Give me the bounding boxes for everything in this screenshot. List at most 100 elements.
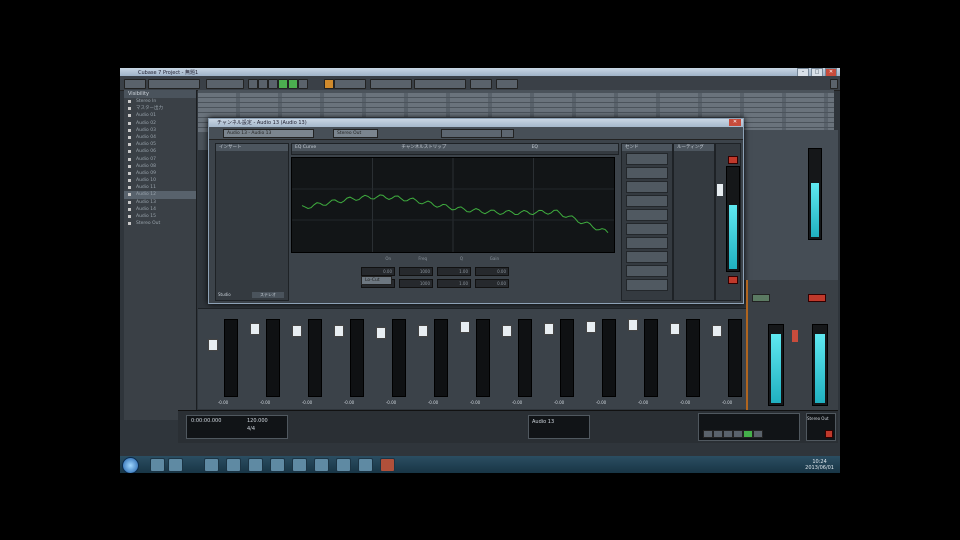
send-slot[interactable] — [626, 181, 668, 193]
channel-list-item[interactable]: Audio 08 — [124, 163, 196, 170]
app-icon-2[interactable] — [314, 458, 329, 472]
eq-param-value[interactable]: 1000 — [399, 279, 433, 288]
send-slot[interactable] — [626, 209, 668, 221]
send-slot[interactable] — [626, 223, 668, 235]
eq-param-value[interactable]: 0.00 — [475, 267, 509, 276]
fader-handle[interactable] — [334, 325, 344, 337]
fader-handle[interactable] — [376, 327, 386, 339]
clock-app-icon[interactable] — [358, 458, 373, 472]
toolbar-warning-button[interactable] — [324, 79, 334, 89]
toolbar-cycle-button[interactable] — [288, 79, 298, 89]
stop-button[interactable] — [733, 430, 743, 438]
folder-icon-2[interactable] — [270, 458, 285, 472]
play-button[interactable] — [743, 430, 753, 438]
dialog-close-button[interactable]: ✕ — [729, 119, 741, 126]
toolbar-button[interactable] — [248, 79, 258, 89]
fader-handle[interactable] — [292, 325, 302, 337]
toolbar-button[interactable] — [414, 79, 466, 89]
send-slot[interactable] — [626, 195, 668, 207]
dialog-fader-handle[interactable] — [717, 184, 723, 196]
output-fader-handle[interactable] — [792, 330, 798, 342]
channel-list-item[interactable]: Audio 10 — [124, 177, 196, 184]
fader-handle[interactable] — [460, 321, 470, 333]
channel-list-item[interactable]: Stereo In — [124, 98, 196, 105]
record-arm-button[interactable] — [753, 430, 763, 438]
track-row[interactable] — [198, 103, 834, 107]
send-slot[interactable] — [626, 167, 668, 179]
fader-handle[interactable] — [670, 323, 680, 335]
media-player-icon[interactable] — [204, 458, 219, 472]
track-row[interactable] — [198, 108, 834, 112]
eq-param-value[interactable]: 0.00 — [361, 267, 395, 276]
toolbar-button[interactable] — [496, 79, 518, 89]
fader-handle[interactable] — [250, 323, 260, 335]
mute-badge[interactable] — [728, 276, 738, 284]
fader-handle[interactable] — [628, 319, 638, 331]
rewind-button[interactable] — [703, 430, 713, 438]
channel-list-item[interactable]: Audio 04 — [124, 134, 196, 141]
fader-handle[interactable] — [502, 325, 512, 337]
stereo-button[interactable]: ステレオ — [252, 292, 284, 298]
track-row[interactable] — [198, 93, 834, 97]
eq-param-value[interactable]: 1.00 — [437, 267, 471, 276]
channel-list-item[interactable]: Audio 12 — [124, 191, 196, 199]
channel-list-item[interactable]: Audio 02 — [124, 120, 196, 127]
track-row[interactable] — [198, 98, 834, 102]
channel-list-item[interactable]: Audio 05 — [124, 141, 196, 148]
channel-list-item[interactable]: Audio 03 — [124, 127, 196, 134]
output-button[interactable] — [752, 294, 770, 302]
send-slot[interactable] — [626, 251, 668, 263]
toolbar-button[interactable] — [258, 79, 268, 89]
channel-list-item[interactable]: Stereo Out — [124, 220, 196, 227]
time-display[interactable]: 0:00:00.000 120.000 4/4 — [186, 415, 288, 439]
eq-param-value[interactable]: 1000 — [399, 267, 433, 276]
routing-field[interactable]: Stereo Out — [333, 129, 378, 138]
toolbar-button[interactable] — [334, 79, 366, 89]
toolbar-button[interactable] — [298, 79, 308, 89]
eq-curve-display[interactable] — [291, 157, 615, 253]
explorer-icon[interactable] — [150, 458, 165, 472]
channel-name-field[interactable]: Audio 13 - Audio 13 — [223, 129, 314, 138]
toolbar-button[interactable] — [124, 79, 146, 89]
fader-handle[interactable] — [544, 323, 554, 335]
record-badge[interactable] — [728, 156, 738, 164]
toolbar-play-button[interactable] — [278, 79, 288, 89]
cubase-icon[interactable] — [380, 458, 395, 472]
toolbar-button[interactable] — [830, 79, 838, 89]
channel-list-item[interactable]: Audio 11 — [124, 184, 196, 191]
forward-button[interactable] — [713, 430, 723, 438]
browser-icon[interactable] — [226, 458, 241, 472]
app-icon[interactable] — [292, 458, 307, 472]
fader-handle[interactable] — [418, 325, 428, 337]
send-slot[interactable] — [626, 237, 668, 249]
output-record-badge[interactable] — [808, 294, 826, 302]
toolbar-button[interactable] — [370, 79, 412, 89]
cycle-button[interactable] — [723, 430, 733, 438]
eq-param-value[interactable]: 1.00 — [437, 279, 471, 288]
toolbar-button[interactable] — [268, 79, 278, 89]
settings-icon[interactable] — [336, 458, 351, 472]
fader-handle[interactable] — [208, 339, 218, 351]
toolbar-button[interactable] — [206, 79, 244, 89]
folder-icon[interactable] — [168, 458, 183, 472]
ie-icon[interactable] — [248, 458, 263, 472]
channel-list-item[interactable]: Audio 14 — [124, 206, 196, 213]
preset-menu-button[interactable] — [501, 129, 514, 138]
channel-list-item[interactable]: Audio 13 — [124, 199, 196, 206]
eq-param-value[interactable]: 0.00 — [475, 279, 509, 288]
toolbar-button[interactable] — [148, 79, 200, 89]
channel-list-item[interactable]: Audio 15 — [124, 213, 196, 220]
send-slot[interactable] — [626, 153, 668, 165]
channel-list-item[interactable]: Audio 06 — [124, 148, 196, 155]
track-row[interactable] — [198, 113, 834, 117]
fader-handle[interactable] — [712, 325, 722, 337]
lowcut-button[interactable]: Lo-Cut — [361, 276, 392, 285]
channel-list-item[interactable]: Audio 09 — [124, 170, 196, 177]
system-clock[interactable]: 10:24 2013/06/01 — [805, 459, 834, 471]
eq-tab[interactable]: EQ — [532, 144, 538, 151]
toolbar-button[interactable] — [470, 79, 492, 89]
channel-list-item[interactable]: Audio 07 — [124, 156, 196, 163]
preset-field[interactable] — [441, 129, 502, 138]
send-slot[interactable] — [626, 265, 668, 277]
fader-handle[interactable] — [586, 321, 596, 333]
